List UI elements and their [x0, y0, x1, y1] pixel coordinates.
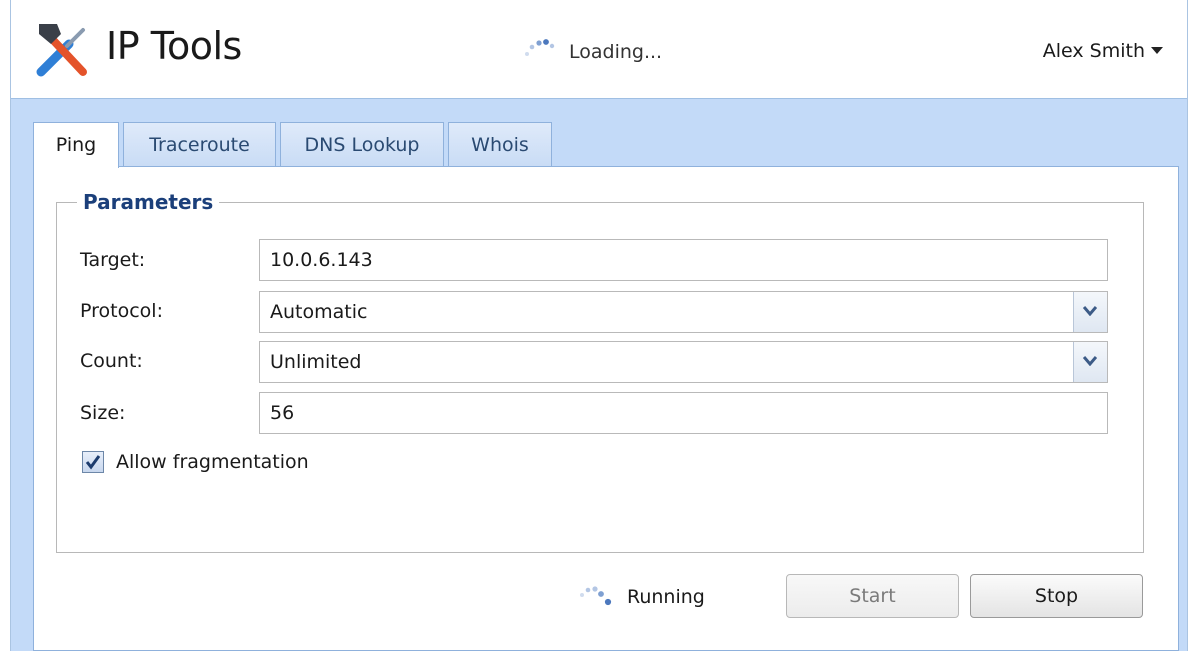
app-title: IP Tools [106, 24, 242, 68]
user-menu[interactable]: Alex Smith [1043, 40, 1163, 62]
allow-fragmentation-label: Allow fragmentation [116, 451, 309, 473]
app-header: IP Tools Loading... Alex Smith [11, 0, 1187, 99]
user-name: Alex Smith [1042, 40, 1145, 62]
count-dropdown-button[interactable] [1073, 342, 1107, 382]
protocol-label: Protocol: [80, 300, 163, 322]
tab-ping[interactable]: Ping [33, 122, 119, 168]
size-label: Size: [80, 402, 126, 424]
tool-area: Ping Traceroute DNS Lookup Whois Paramet… [11, 99, 1187, 651]
count-label: Count: [80, 350, 143, 372]
target-input[interactable]: 10.0.6.143 [259, 239, 1108, 281]
chevron-down-icon [1083, 356, 1097, 366]
protocol-select[interactable]: Automatic [259, 291, 1108, 333]
loading-text: Loading... [569, 41, 663, 63]
chevron-down-icon [1083, 306, 1097, 316]
parameters-legend: Parameters [77, 190, 220, 214]
caret-down-icon [1151, 47, 1163, 54]
protocol-dropdown-button[interactable] [1073, 292, 1107, 332]
ping-panel: Parameters Target: 10.0.6.143 Protocol: … [33, 166, 1179, 651]
stop-button[interactable]: Stop [970, 574, 1143, 618]
allow-fragmentation-checkbox[interactable] [82, 451, 104, 473]
start-button[interactable]: Start [786, 574, 959, 618]
parameters-group: Parameters Target: 10.0.6.143 Protocol: … [56, 190, 1144, 553]
tab-dns-lookup[interactable]: DNS Lookup [280, 122, 444, 166]
status-text: Running [627, 586, 705, 608]
count-value: Unlimited [270, 351, 362, 373]
target-label: Target: [80, 249, 146, 271]
spinner-icon [580, 586, 612, 606]
tools-icon [36, 24, 87, 77]
checkmark-icon [85, 455, 101, 470]
spinner-icon [525, 39, 555, 56]
tab-whois[interactable]: Whois [448, 122, 552, 166]
count-select[interactable]: Unlimited [259, 341, 1108, 383]
tab-traceroute[interactable]: Traceroute [123, 122, 276, 166]
protocol-value: Automatic [270, 301, 368, 323]
size-input[interactable]: 56 [259, 392, 1108, 434]
